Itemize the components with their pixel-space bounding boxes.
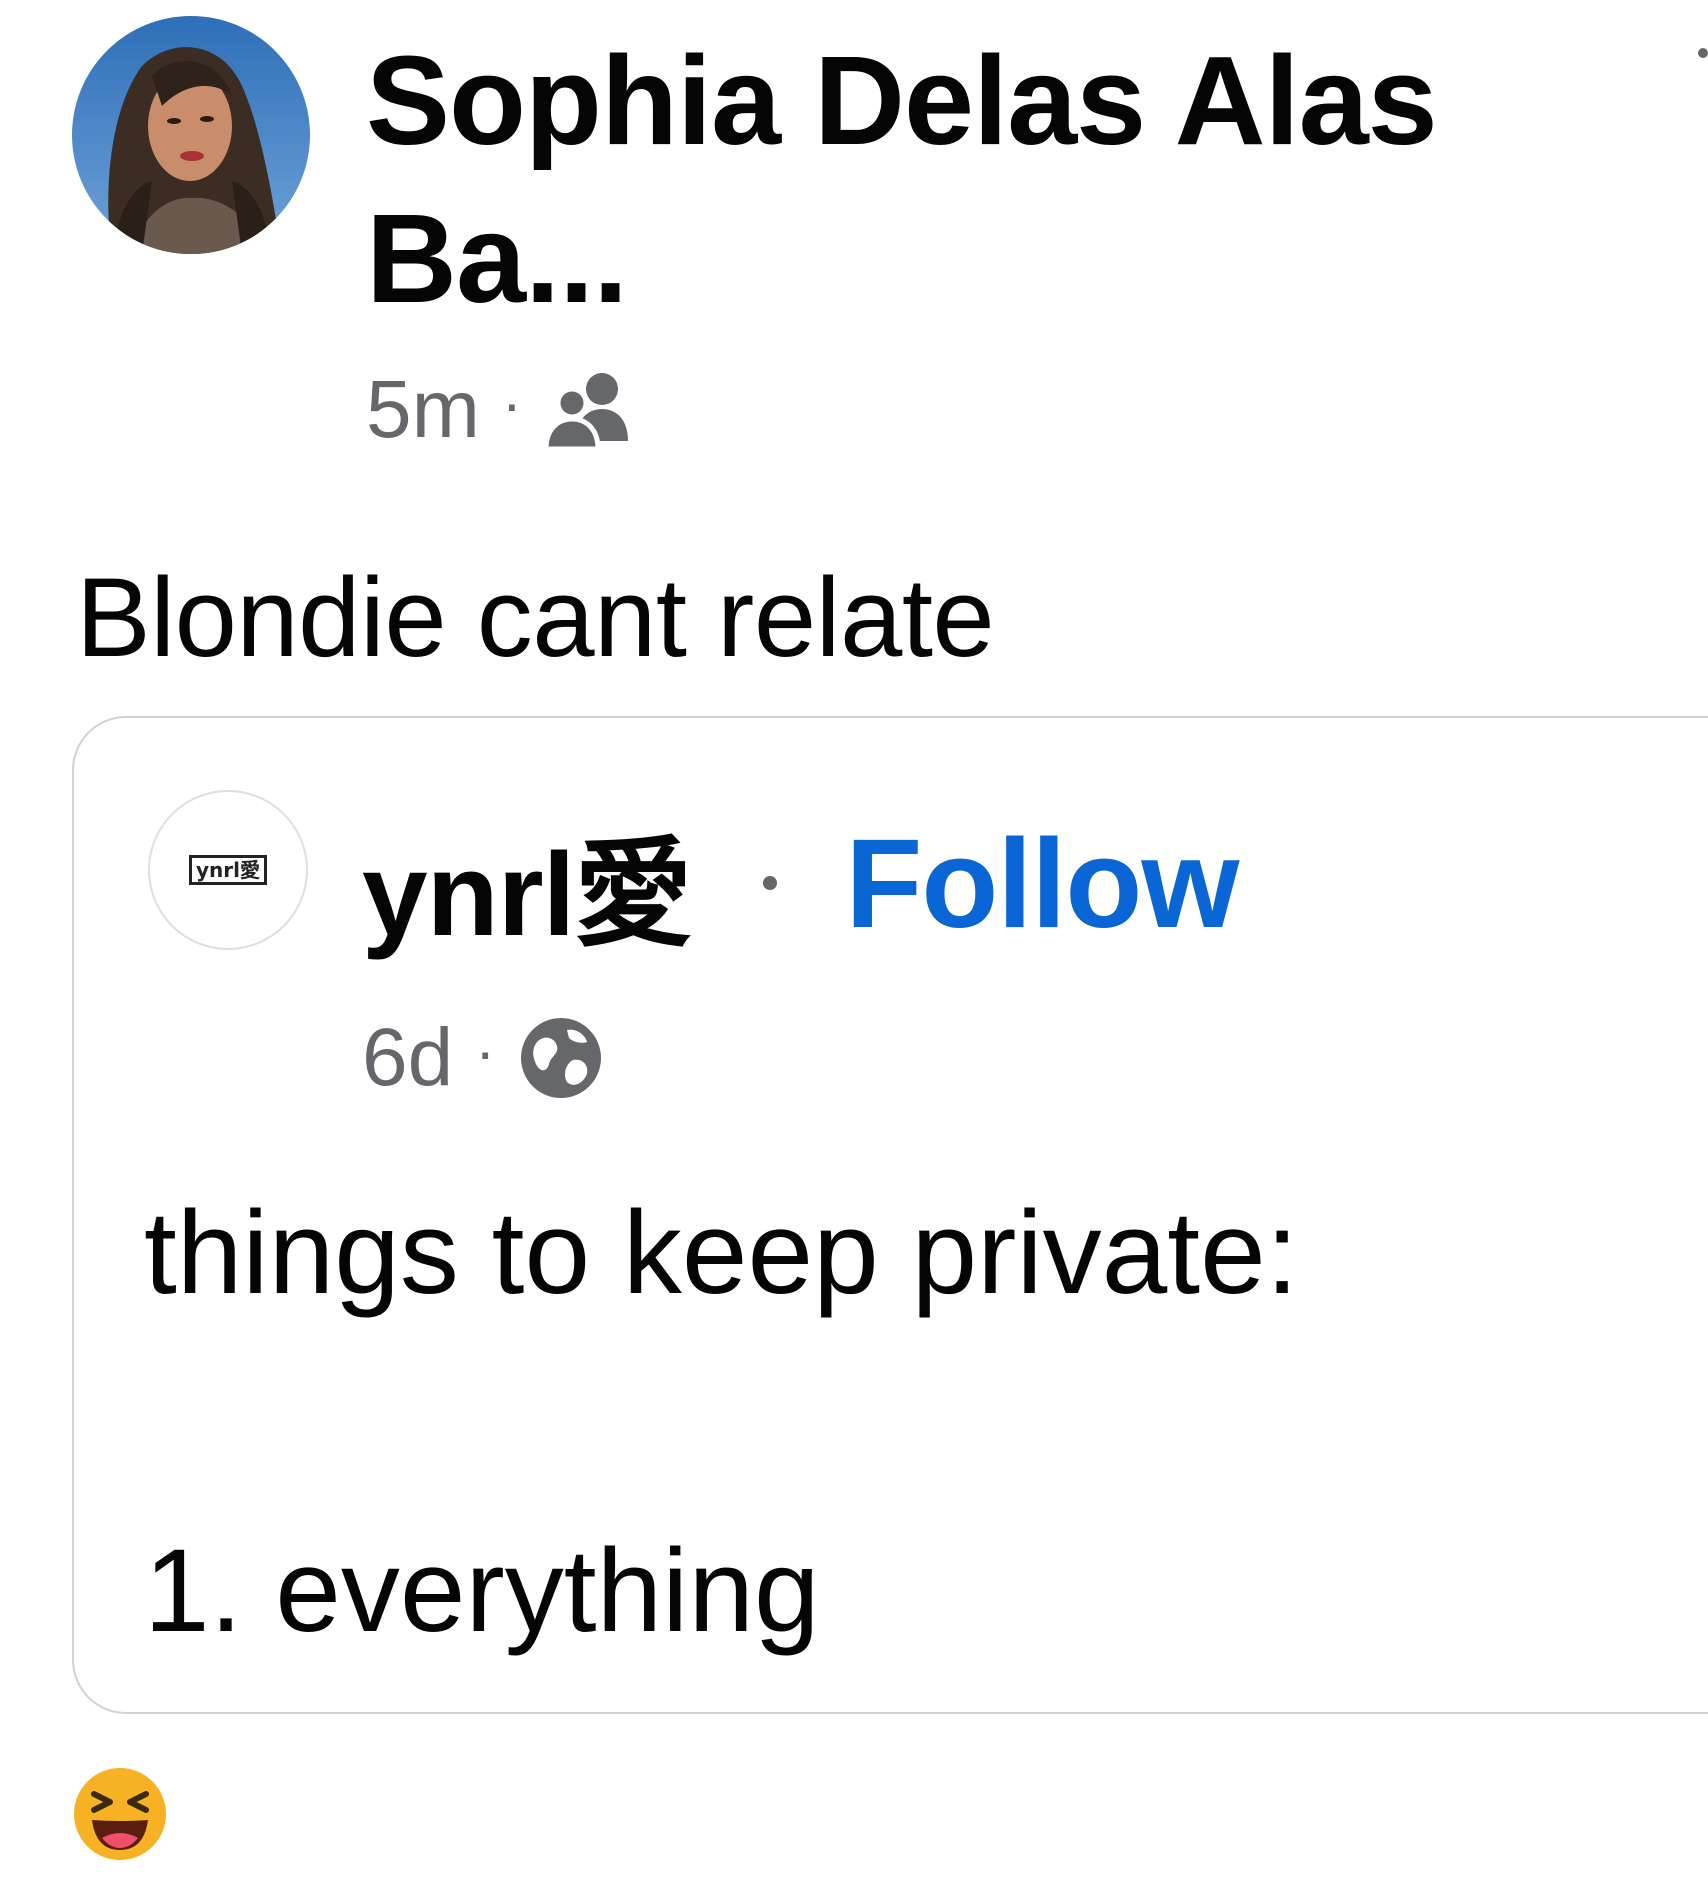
author-avatar[interactable] (72, 16, 310, 254)
meta-separator: · (501, 370, 522, 437)
shared-post-text-line2: 1. everything (144, 1525, 820, 1657)
header-separator-dot (763, 876, 778, 890)
shared-meta-separator: · (475, 1018, 496, 1085)
shared-avatar-logo: ynrl愛 (189, 855, 267, 885)
shared-author-avatar[interactable]: ynrl愛 (148, 790, 308, 950)
author-name[interactable]: Sophia Delas Alas Ba... (366, 22, 1596, 338)
more-options-icon[interactable] (1698, 48, 1708, 58)
post-timestamp[interactable]: 5m (366, 363, 480, 457)
shared-post-timestamp[interactable]: 6d (362, 1011, 453, 1105)
shared-post-text-line1: things to keep private: (144, 1187, 1299, 1319)
shared-author-name[interactable]: ynrl愛 (362, 798, 692, 969)
friends-icon[interactable] (542, 369, 634, 452)
shared-post-meta: 6d · (362, 1008, 607, 1108)
follow-button[interactable]: Follow (845, 811, 1239, 956)
shared-post-card[interactable]: ynrl愛 ynrl愛 Follow 6d · things to keep p… (72, 716, 1708, 1714)
haha-reaction-icon[interactable] (72, 1766, 168, 1862)
facebook-post: Sophia Delas Alas Ba... 5m · Blondie can… (0, 0, 1708, 1882)
globe-icon[interactable] (515, 1012, 607, 1104)
avatar-photo (72, 16, 310, 254)
post-meta: 5m · (366, 360, 634, 460)
shared-post-header: ynrl愛 Follow (362, 808, 1239, 961)
post-text: Blondie cant relate (76, 555, 995, 680)
